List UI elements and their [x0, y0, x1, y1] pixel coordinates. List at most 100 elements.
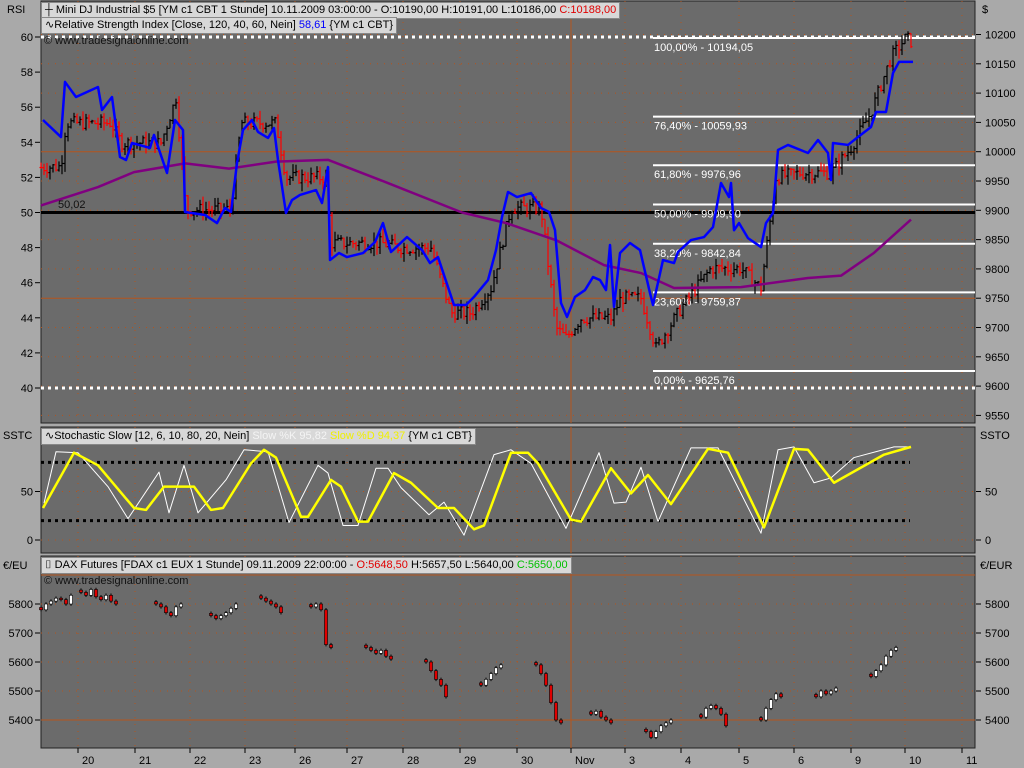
dax-candle	[549, 684, 553, 703]
rsi-tick-label: 58	[21, 67, 33, 79]
rsi-tick-label: 54	[21, 137, 33, 149]
dax-candle	[59, 597, 63, 600]
dax-candle	[109, 594, 113, 602]
dax-candle	[889, 650, 893, 657]
x-tick-label: 27	[351, 755, 363, 767]
rsi-tick-label: 44	[21, 313, 33, 325]
dax-candle	[714, 705, 718, 709]
dax-candle	[664, 722, 668, 727]
dax-candle	[309, 604, 313, 608]
dax-candle	[554, 702, 558, 721]
x-tick-label: 3	[629, 755, 635, 767]
indicator-wave-icon: ∿	[45, 19, 55, 31]
dax-candle	[209, 612, 213, 616]
price-tick-label: 10000	[985, 147, 1016, 159]
dax-candle	[424, 659, 428, 663]
dax-candle	[324, 609, 328, 645]
dax-candle	[539, 664, 543, 674]
stoch-legend: ∿Stochastic Slow [12, 6, 10, 80, 20, Nei…	[41, 428, 476, 445]
dax-candle	[819, 690, 823, 698]
dax-candle	[389, 655, 393, 660]
x-tick-label: 20	[82, 755, 94, 767]
fibonacci-label: 100,00% - 10194,05	[654, 42, 753, 54]
price-tick-label: 10100	[985, 88, 1016, 100]
dax-candle	[89, 589, 93, 596]
dax-candle	[559, 719, 563, 724]
x-tick-label: 6	[798, 755, 804, 767]
price-tick-label: 9600	[985, 381, 1009, 393]
bar-chart-icon: ┼	[45, 4, 53, 16]
price-axis-title: $	[982, 4, 989, 16]
plot-area	[40, 426, 976, 554]
rsi-tick-label: 42	[21, 348, 33, 360]
x-tick-label: 10	[909, 755, 921, 767]
dax-candle	[439, 679, 443, 686]
dax-candle	[314, 603, 318, 608]
x-tick-label: 29	[464, 755, 476, 767]
dax-axis-title: €/EU	[3, 560, 28, 572]
dax-candle	[169, 612, 173, 616]
stoch-axis-title: SSTC	[3, 430, 33, 442]
price-tick-label: 9900	[985, 205, 1009, 217]
stoch-tick-label: 50	[985, 487, 997, 499]
dax-candle	[669, 719, 673, 724]
fibonacci-label: 50,00% - 9909,90	[654, 208, 741, 220]
dax-candle	[699, 714, 703, 718]
rsi-tick-label: 40	[21, 383, 33, 395]
x-tick-label: 23	[249, 755, 261, 767]
dax-candle	[774, 693, 778, 701]
copyright: © www.tradesignalonline.com	[44, 35, 189, 47]
x-tick-label: 5	[743, 755, 749, 767]
indicator-info: Relative Strength Index [Close, 120, 40,…	[54, 19, 296, 31]
dax-legend: ⌷ DAX Futures [FDAX c1 EUX 1 Stunde] 09.…	[41, 557, 572, 574]
dax-candle	[99, 596, 103, 600]
dax-tick-label: 5500	[9, 686, 33, 698]
stoch-k-value: Slow %K 95,82	[252, 430, 327, 442]
dax-candle	[64, 599, 68, 605]
price-tick-label: 9750	[985, 293, 1009, 305]
dax-candle	[224, 612, 228, 616]
x-tick-label: 11	[966, 755, 977, 767]
open-value: O:5648,50	[356, 559, 408, 571]
price-tick-label: 9800	[985, 264, 1009, 276]
rsi-axis-title: RSI	[7, 4, 26, 16]
dax-candle	[814, 694, 818, 698]
indicator-symbol: {YM c1 CBT}	[408, 430, 472, 442]
price-tick-label: 9550	[985, 410, 1009, 422]
dax-candle	[879, 664, 883, 672]
x-tick-label: 22	[194, 755, 206, 767]
dax-candle	[894, 647, 898, 651]
fibonacci-label: 61,80% - 9976,96	[654, 169, 741, 181]
price-tick-label: 10200	[985, 30, 1016, 42]
dax-candle	[164, 606, 168, 614]
x-tick-label: 28	[407, 755, 419, 767]
dax-candle	[759, 717, 763, 721]
dax-candle	[154, 601, 158, 605]
fibonacci-label: 76,40% - 10059,93	[654, 121, 747, 133]
dax-candle	[599, 710, 603, 718]
x-tick-label: 4	[685, 755, 691, 767]
stoch-tick-label: 50	[21, 487, 33, 499]
rsi-tick-label: 56	[21, 102, 33, 114]
dax-candle	[499, 664, 503, 669]
dax-candle	[884, 655, 888, 666]
dax-tick-label: 5400	[985, 715, 1009, 727]
rsi-tick-label: 52	[21, 172, 33, 184]
dax-candle	[264, 597, 268, 602]
dax-tick-label: 5700	[9, 628, 33, 640]
dax-candle	[769, 699, 773, 709]
dax-candle	[84, 592, 88, 596]
copyright: © www.tradesignalonline.com	[44, 575, 189, 587]
price-tick-label: 9950	[985, 176, 1009, 188]
dax-candle	[764, 708, 768, 721]
dax-candle	[494, 667, 498, 674]
high-low-values: H:5657,50 L:5640,00	[410, 559, 514, 571]
dax-candle	[269, 600, 273, 605]
dax-tick-label: 5500	[985, 686, 1009, 698]
dax-candle	[869, 673, 873, 677]
dax-candle	[364, 644, 368, 648]
dax-candle	[719, 708, 723, 715]
close-value: C:5650,00	[516, 559, 568, 571]
dax-tick-label: 5600	[9, 657, 33, 669]
price-tick-label: 10150	[985, 59, 1016, 71]
